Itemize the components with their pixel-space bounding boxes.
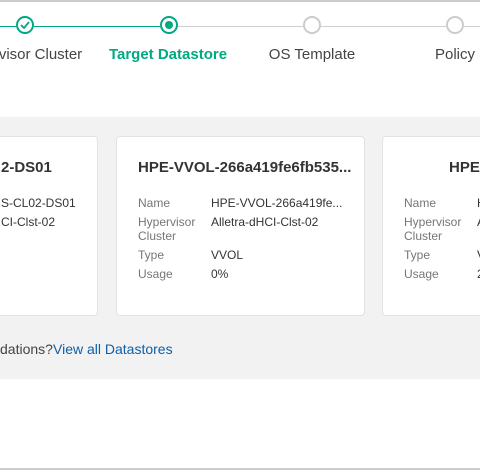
view-all-datastores-link[interactable]: View all Datastores bbox=[53, 341, 173, 357]
datastore-card-title: HPE- bbox=[449, 159, 480, 176]
step-pending-icon[interactable] bbox=[446, 16, 464, 34]
step-current-icon[interactable] bbox=[160, 16, 178, 34]
recommendations-question: dations? bbox=[0, 341, 53, 357]
datastore-card[interactable]: HPE- Name H Hypervisor Cluster A Type V … bbox=[382, 136, 480, 316]
datastore-cluster-value: CI-Clst-02 bbox=[1, 215, 56, 229]
step-connector bbox=[321, 26, 446, 27]
checkmark-icon bbox=[20, 21, 30, 29]
step-pending-icon[interactable] bbox=[303, 16, 321, 34]
step-connector bbox=[464, 26, 480, 27]
datastore-usage-label: Usage bbox=[138, 267, 173, 281]
step-label-target-datastore[interactable]: Target Datastore bbox=[109, 46, 227, 63]
datastore-cluster-value: Alletra-dHCI-Clst-02 bbox=[211, 215, 319, 229]
step-completed-icon[interactable] bbox=[16, 16, 34, 34]
datastore-card-title: 2-DS01 bbox=[1, 159, 52, 176]
datastore-name-label: Name bbox=[138, 196, 171, 210]
datastore-type-value: VVOL bbox=[211, 248, 244, 262]
step-connector bbox=[178, 26, 303, 27]
datastore-cluster-label-line1: Hypervisor bbox=[138, 215, 196, 229]
window-bottom-border bbox=[0, 468, 480, 470]
step-label-policy[interactable]: Policy bbox=[435, 46, 475, 63]
step-connector bbox=[34, 26, 160, 27]
window-top-border bbox=[0, 0, 480, 2]
datastore-usage-value: 0% bbox=[211, 267, 229, 281]
step-label-hypervisor-cluster[interactable]: rvisor Cluster bbox=[0, 46, 82, 63]
step-label-os-template[interactable]: OS Template bbox=[269, 46, 355, 63]
datastore-cluster-label-line1: Hypervisor bbox=[404, 215, 462, 229]
datastore-card-title: HPE-VVOL-266a419fe6fb535... bbox=[138, 159, 352, 176]
datastore-type-label: Type bbox=[404, 248, 431, 262]
datastore-type-label: Type bbox=[138, 248, 165, 262]
datastore-card[interactable]: 2-DS01 S-CL02-DS01 CI-Clst-02 bbox=[0, 136, 98, 316]
datastore-usage-label: Usage bbox=[404, 267, 439, 281]
datastore-name-label: Name bbox=[404, 196, 437, 210]
step-connector bbox=[0, 26, 16, 27]
datastore-name-value: HPE-VVOL-266a419fe... bbox=[211, 196, 343, 210]
step-current-dot bbox=[165, 21, 173, 29]
datastore-name-value: S-CL02-DS01 bbox=[1, 196, 76, 210]
datastore-cluster-label-line2: Cluster bbox=[404, 229, 443, 243]
datastore-cluster-label-line2: Cluster bbox=[138, 229, 177, 243]
datastore-card[interactable]: HPE-VVOL-266a419fe6fb535... Name HPE-VVO… bbox=[116, 136, 365, 316]
